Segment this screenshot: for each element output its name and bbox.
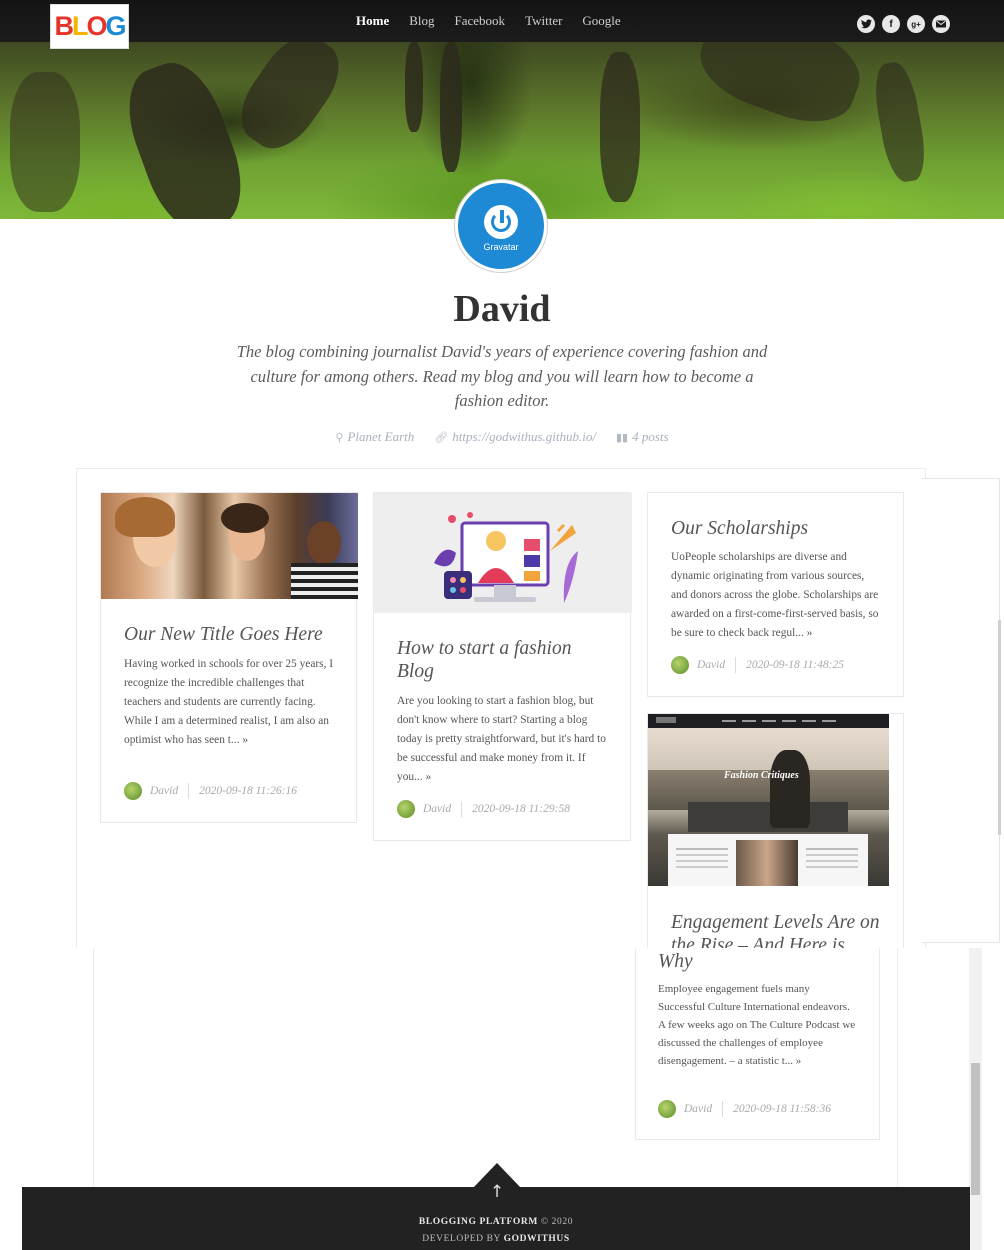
post-image[interactable] <box>101 493 358 599</box>
website-link[interactable]: https://godwithus.github.io/ <box>452 429 596 445</box>
post-title[interactable]: Our New Title Goes Here <box>124 623 339 646</box>
footer-dev-prefix: DEVELOPED BY <box>422 1234 501 1244</box>
profile-meta: ⚲ Planet Earth 🔗︎ https://godwithus.gith… <box>0 429 1004 445</box>
footer-year: © 2020 <box>540 1217 574 1227</box>
logo-text: BLOG <box>54 11 127 41</box>
post-meta: David 2020-09-18 11:48:25 <box>671 656 844 674</box>
mail-icon[interactable] <box>932 15 950 33</box>
post-card[interactable]: How to start a fashion Blog Are you look… <box>373 492 632 841</box>
site-logo[interactable]: BLOG <box>50 4 129 49</box>
map-marker-icon: ⚲ <box>335 430 344 444</box>
post-card-continued[interactable]: Why Employee engagement fuels many Succe… <box>635 948 880 1140</box>
post-meta: David 2020-09-18 11:29:58 <box>397 800 570 818</box>
post-excerpt: Having worked in schools for over 25 yea… <box>124 658 334 746</box>
page-edge <box>922 478 1000 943</box>
post-title-continued[interactable]: Why <box>658 950 868 973</box>
post-card[interactable]: Our New Title Goes Here Having worked in… <box>100 492 358 823</box>
post-image[interactable] <box>374 493 632 613</box>
post-author[interactable]: David <box>423 803 451 815</box>
posts-count-text: 4 posts <box>632 429 669 444</box>
post-card[interactable]: Our Scholarships UoPeople scholarships a… <box>647 492 904 697</box>
nav-facebook[interactable]: Facebook <box>455 13 506 29</box>
post-title[interactable]: Engagement Levels Are on the Rise – And … <box>671 911 886 948</box>
post-date: 2020-09-18 11:29:58 <box>472 803 570 815</box>
post-author[interactable]: David <box>150 785 178 797</box>
post-excerpt: Employee engagement fuels many Successfu… <box>658 983 856 1067</box>
post-title[interactable]: How to start a fashion Blog <box>397 637 607 683</box>
post-card[interactable]: Fashion Critiques Engagement Levels Are … <box>647 713 904 948</box>
author-avatar <box>397 800 415 818</box>
google-plus-icon[interactable]: g+ <box>907 15 925 33</box>
post-excerpt: UoPeople scholarships are diverse and dy… <box>671 551 879 639</box>
image-caption: Fashion Critiques <box>724 770 799 781</box>
nav-blog[interactable]: Blog <box>409 13 434 29</box>
posts-count: ▮▮ 4 posts <box>616 429 669 445</box>
bar-chart-icon: ▮▮ <box>615 430 629 444</box>
facebook-icon[interactable]: f <box>882 15 900 33</box>
logo-letter: G <box>105 11 127 41</box>
post-date: 2020-09-18 11:58:36 <box>733 1103 831 1115</box>
post-author[interactable]: David <box>697 659 725 671</box>
post-author[interactable]: David <box>684 1103 712 1115</box>
post-meta: David 2020-09-18 11:26:16 <box>124 782 297 800</box>
main-nav: Home Blog Facebook Twitter Google <box>356 0 641 42</box>
footer-dev-name[interactable]: GODWITHUS <box>504 1234 570 1244</box>
post-title[interactable]: Our Scholarships <box>671 517 886 540</box>
author-avatar <box>671 656 689 674</box>
nav-home[interactable]: Home <box>356 13 389 29</box>
profile-name: David <box>453 288 551 330</box>
logo-letter: O <box>86 11 107 41</box>
nav-twitter[interactable]: Twitter <box>525 13 562 29</box>
profile-bio: The blog combining journalist David's ye… <box>236 342 768 410</box>
nav-google[interactable]: Google <box>582 13 620 29</box>
post-date: 2020-09-18 11:48:25 <box>746 659 844 671</box>
avatar-label: Gravatar <box>483 241 519 252</box>
website[interactable]: 🔗︎ https://godwithus.github.io/ <box>434 429 596 445</box>
scrollbar[interactable] <box>998 620 1001 835</box>
footer-copyright: BLOGGING PLATFORM © 2020 <box>22 1217 970 1227</box>
scrollbar[interactable] <box>969 948 982 1250</box>
footer-platform: BLOGGING PLATFORM <box>418 1217 538 1227</box>
location-text: Planet Earth <box>347 429 415 444</box>
post-date: 2020-09-18 11:26:16 <box>199 785 297 797</box>
post-image[interactable]: Fashion Critiques <box>648 714 889 886</box>
social-links: f g+ <box>857 15 950 33</box>
top-navbar: Home Blog Facebook Twitter Google f g+ <box>0 0 1004 42</box>
author-avatar <box>124 782 142 800</box>
logo-letter: B <box>54 11 73 41</box>
location: ⚲ Planet Earth <box>335 429 414 445</box>
logo-letter: L <box>71 11 88 41</box>
link-icon: 🔗︎ <box>434 430 449 444</box>
author-avatar <box>658 1100 676 1118</box>
profile-avatar: Gravatar <box>455 180 547 272</box>
power-icon <box>484 204 518 239</box>
footer-developer: DEVELOPED BY GODWITHUS <box>22 1234 970 1244</box>
arrow-up-icon[interactable]: ↑ <box>487 1182 507 1202</box>
post-excerpt: Are you looking to start a fashion blog,… <box>397 695 606 783</box>
twitter-icon[interactable] <box>857 15 875 33</box>
post-meta: David 2020-09-18 11:58:36 <box>658 1100 831 1118</box>
